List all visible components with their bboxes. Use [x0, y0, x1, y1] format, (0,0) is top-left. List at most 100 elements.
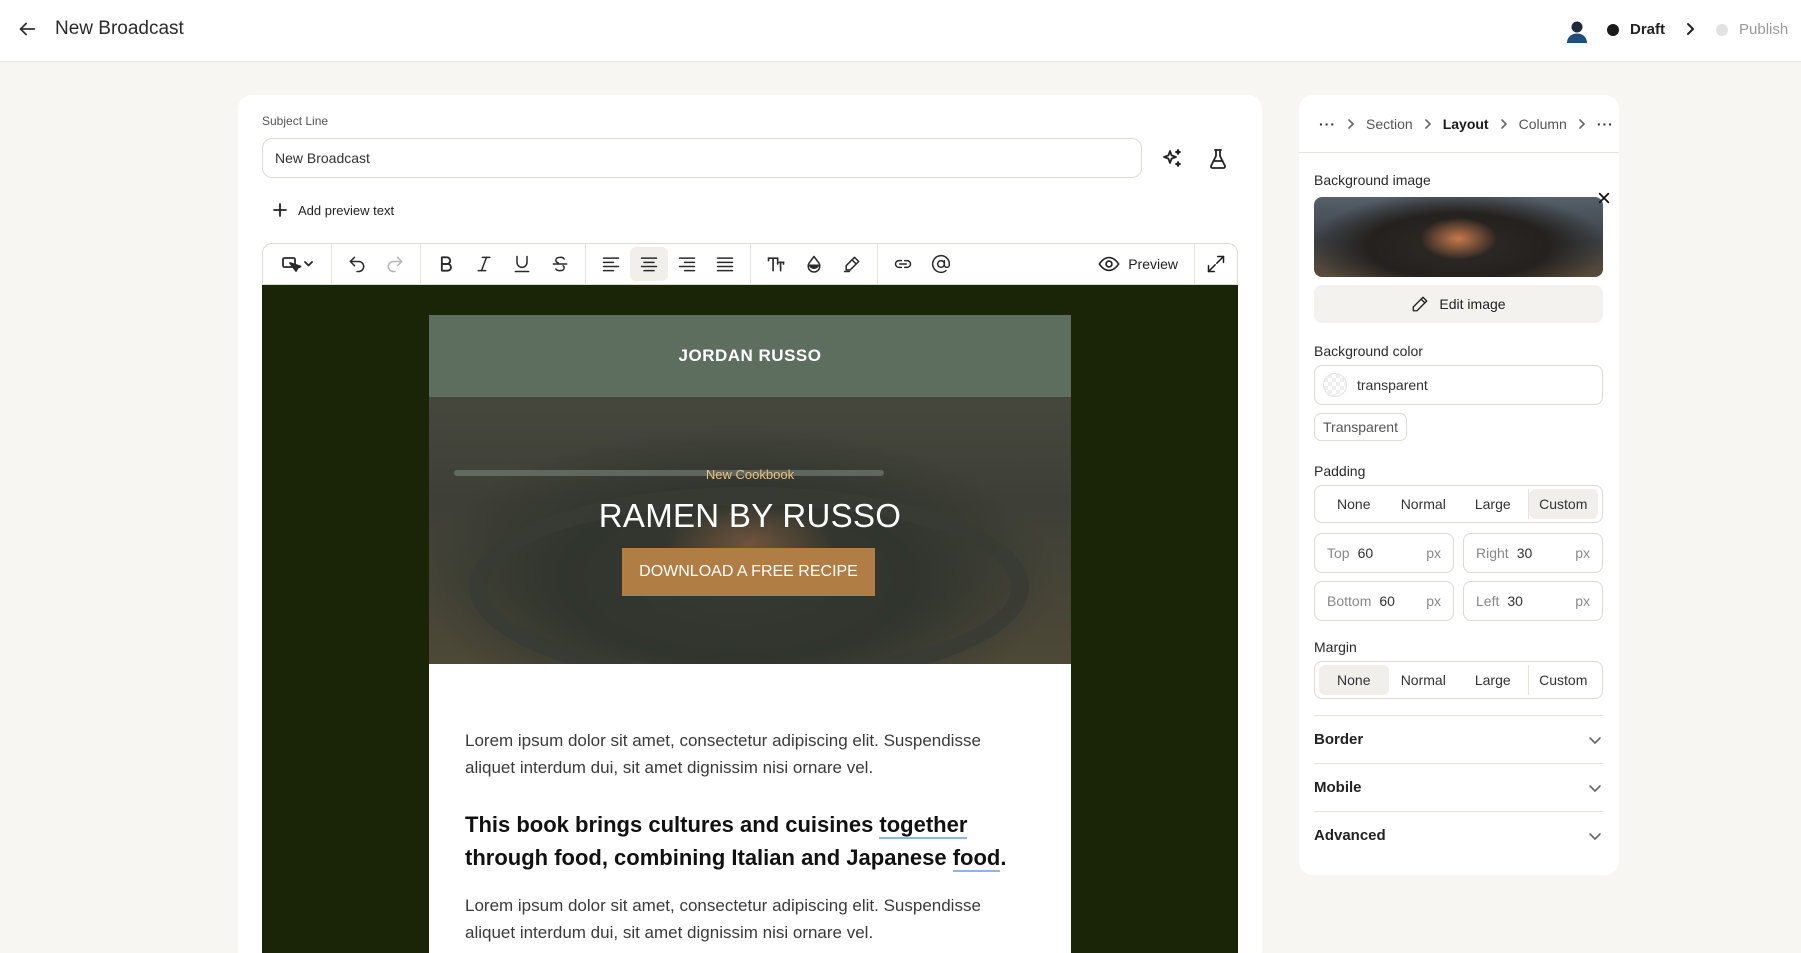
body-paragraph-1[interactable]: Lorem ipsum dolor sit amet, consectetur … — [465, 727, 1035, 781]
add-preview-text-label: Add preview text — [298, 202, 395, 218]
user-avatar-icon[interactable] — [1564, 18, 1590, 44]
chevron-right-icon — [1424, 118, 1431, 129]
underline-icon[interactable] — [503, 247, 541, 281]
ai-sparkle-icon[interactable] — [1160, 147, 1184, 171]
mention-at-icon[interactable] — [922, 247, 960, 281]
padding-top-label: Top — [1327, 545, 1350, 561]
background-color-value: transparent — [1357, 377, 1428, 393]
chevron-right-icon — [1682, 21, 1698, 37]
subject-line-label: Subject Line — [262, 114, 329, 128]
preview-button[interactable]: Preview — [1082, 244, 1195, 284]
bold-text-part: through food, combining Italian and Japa… — [465, 845, 953, 870]
border-accordion-label: Border — [1314, 731, 1364, 748]
advanced-accordion-label: Advanced — [1314, 827, 1386, 844]
padding-top-field[interactable]: Top 60 px — [1314, 533, 1454, 573]
close-icon[interactable] — [1594, 188, 1614, 208]
hero-title[interactable]: RAMEN BY RUSSO — [429, 497, 1071, 535]
body-bold-paragraph[interactable]: This book brings cultures and cuisines t… — [465, 808, 1035, 874]
email-canvas[interactable]: JORDAN RUSSO New Cookbook RAMEN BY RUSSO… — [262, 285, 1238, 953]
top-bar: New Broadcast Draft Publish — [0, 0, 1801, 62]
padding-left-field[interactable]: Left 30 px — [1463, 581, 1603, 621]
chevron-right-icon — [1579, 118, 1585, 129]
editor-card: Subject Line New Broadcast Add preview t… — [238, 95, 1262, 953]
margin-option-none[interactable]: None — [1319, 665, 1389, 695]
transparent-swatch-icon[interactable] — [1323, 373, 1347, 397]
margin-option-custom[interactable]: Custom — [1529, 665, 1599, 695]
expand-icon[interactable] — [1195, 244, 1237, 284]
publish-button[interactable]: Publish — [1739, 21, 1788, 38]
edit-image-button[interactable]: Edit image — [1314, 285, 1603, 323]
draft-status-dot-icon — [1607, 24, 1619, 36]
background-color-input[interactable]: transparent — [1314, 365, 1603, 405]
subject-line-input[interactable]: New Broadcast — [262, 138, 1142, 178]
breadcrumb-layout[interactable]: Layout — [1443, 116, 1489, 132]
align-right-icon[interactable] — [668, 247, 706, 281]
italic-icon[interactable] — [465, 247, 503, 281]
bold-text-part: . — [1000, 845, 1007, 870]
breadcrumb-overflow-right[interactable]: ··· — [1597, 116, 1614, 132]
padding-unit: px — [1575, 593, 1590, 609]
background-color-label: Background color — [1314, 343, 1423, 359]
redo-icon[interactable] — [376, 247, 414, 281]
padding-left-label: Left — [1476, 593, 1500, 609]
padding-label: Padding — [1314, 463, 1366, 479]
text-color-drop-icon[interactable] — [795, 247, 833, 281]
align-justify-icon[interactable] — [706, 247, 744, 281]
align-left-icon[interactable] — [592, 247, 630, 281]
advanced-accordion[interactable]: Advanced — [1314, 811, 1603, 859]
body-paragraph-2[interactable]: Lorem ipsum dolor sit amet, consectetur … — [465, 892, 1035, 946]
padding-option-none[interactable]: None — [1319, 489, 1389, 519]
breadcrumb-overflow-left[interactable]: ··· — [1319, 116, 1336, 132]
background-image-thumbnail[interactable] — [1314, 197, 1603, 277]
padding-right-field[interactable]: Right 30 px — [1463, 533, 1603, 573]
download-recipe-button[interactable]: DOWNLOAD A FREE RECIPE — [622, 548, 875, 596]
margin-label: Margin — [1314, 639, 1357, 655]
padding-top-value: 60 — [1357, 545, 1374, 561]
font-size-icon[interactable] — [757, 247, 795, 281]
pencil-icon — [1412, 296, 1428, 312]
link-icon[interactable] — [884, 247, 922, 281]
mobile-accordion[interactable]: Mobile — [1314, 763, 1603, 811]
padding-left-value: 30 — [1507, 593, 1523, 609]
chevron-right-icon — [1500, 118, 1507, 129]
padding-option-large[interactable]: Large — [1458, 489, 1529, 519]
padding-option-normal[interactable]: Normal — [1389, 489, 1459, 519]
email-body[interactable]: JORDAN RUSSO New Cookbook RAMEN BY RUSSO… — [429, 315, 1071, 953]
plus-icon — [273, 203, 287, 217]
email-header-name[interactable]: JORDAN RUSSO — [429, 315, 1071, 397]
breadcrumb-section[interactable]: Section — [1366, 116, 1413, 132]
margin-option-normal[interactable]: Normal — [1389, 665, 1459, 695]
margin-segmented-control: None Normal Large Custom — [1314, 661, 1603, 699]
transparent-preset-chip[interactable]: Transparent — [1314, 413, 1407, 441]
chevron-down-icon — [1589, 784, 1601, 792]
hero-section[interactable]: New Cookbook RAMEN BY RUSSO DOWNLOAD A F… — [429, 397, 1071, 664]
edit-image-label: Edit image — [1439, 296, 1506, 312]
padding-unit: px — [1575, 545, 1590, 561]
publish-status-dot-icon — [1716, 24, 1728, 36]
flask-test-icon[interactable] — [1206, 147, 1230, 171]
padding-right-value: 30 — [1516, 545, 1533, 561]
back-arrow-icon[interactable] — [16, 18, 38, 40]
properties-panel: ··· Section Layout Column ··· Background… — [1299, 95, 1619, 875]
margin-option-large[interactable]: Large — [1458, 665, 1529, 695]
spellcheck-word: food — [952, 845, 1001, 872]
select-tool-dropdown[interactable] — [269, 247, 325, 281]
border-accordion[interactable]: Border — [1314, 715, 1603, 763]
bold-icon[interactable] — [427, 247, 465, 281]
draft-status-label[interactable]: Draft — [1630, 21, 1665, 38]
padding-right-label: Right — [1476, 545, 1509, 561]
chevron-right-icon — [1348, 118, 1355, 129]
padding-bottom-label: Bottom — [1327, 593, 1372, 609]
breadcrumb-column[interactable]: Column — [1519, 116, 1567, 132]
padding-option-custom[interactable]: Custom — [1528, 489, 1598, 519]
mobile-accordion-label: Mobile — [1314, 779, 1362, 796]
align-center-icon[interactable] — [630, 247, 668, 281]
strikethrough-icon[interactable] — [541, 247, 579, 281]
preview-label: Preview — [1128, 256, 1178, 272]
add-preview-text-button[interactable]: Add preview text — [272, 199, 394, 221]
padding-bottom-field[interactable]: Bottom 60 px — [1314, 581, 1454, 621]
highlighter-icon[interactable] — [833, 247, 871, 281]
hero-kicker[interactable]: New Cookbook — [429, 467, 1071, 482]
padding-unit: px — [1426, 593, 1441, 609]
undo-icon[interactable] — [338, 247, 376, 281]
